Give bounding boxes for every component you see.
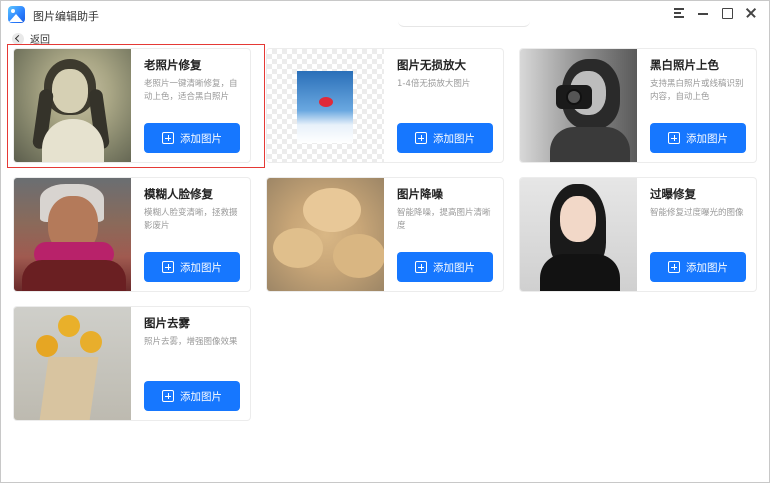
card-desc: 模糊人脸变清晰，拯救摄影废片 (144, 208, 238, 231)
add-image-button[interactable]: 添加图片 (397, 252, 493, 282)
title-bar: 图片编辑助手 (1, 1, 769, 29)
plus-icon (162, 261, 174, 273)
app-title: 图片编辑助手 (33, 10, 99, 23)
card-desc: 1-4倍无损放大图片 (397, 79, 471, 89)
card-title: 图片无损放大 (397, 58, 466, 72)
back-arrow-icon (12, 32, 24, 45)
old-photo-thumbnail (14, 49, 131, 162)
add-image-button[interactable]: 添加图片 (650, 252, 746, 282)
plus-icon (162, 390, 174, 402)
card-desc: 智能修复过度曝光的图像 (650, 208, 744, 218)
plus-icon (415, 132, 427, 144)
plus-icon (415, 261, 427, 273)
face-repair-thumbnail (14, 178, 131, 291)
menu-icon[interactable] (673, 7, 685, 19)
minimize-icon[interactable] (697, 7, 709, 19)
add-image-button[interactable]: 添加图片 (650, 123, 746, 153)
add-image-label: 添加图片 (180, 390, 222, 403)
app-window: 图片编辑助手 返回 老照片修复 老照片一键清晰修复，自动上色，适合黑白照片 添加… (0, 0, 770, 483)
upscale-thumbnail (267, 49, 384, 162)
back-button[interactable]: 返回 (12, 31, 50, 46)
colorize-thumbnail (520, 49, 637, 162)
add-image-label: 添加图片 (686, 132, 728, 145)
card-title: 图片降噪 (397, 187, 443, 201)
plus-icon (668, 261, 680, 273)
card-colorize-bw[interactable]: 黑白照片上色 支持黑白照片或线稿识别内容，自动上色 添加图片 (519, 48, 757, 163)
card-desc: 支持黑白照片或线稿识别内容，自动上色 (650, 79, 744, 102)
add-image-button[interactable]: 添加图片 (144, 123, 240, 153)
card-overexposure-repair[interactable]: 过曝修复 智能修复过度曝光的图像 添加图片 (519, 177, 757, 292)
app-logo-icon (8, 6, 25, 23)
dehaze-thumbnail (14, 307, 131, 420)
card-title: 模糊人脸修复 (144, 187, 213, 201)
add-image-label: 添加图片 (180, 261, 222, 274)
card-title: 黑白照片上色 (650, 58, 719, 72)
card-desc: 智能降噪，提高图片清晰度 (397, 208, 491, 231)
overexposure-thumbnail (520, 178, 637, 291)
close-icon[interactable] (745, 7, 757, 19)
card-desc: 老照片一键清晰修复，自动上色，适合黑白照片 (144, 79, 238, 102)
plus-icon (668, 132, 680, 144)
denoise-thumbnail (267, 178, 384, 291)
card-title: 图片去雾 (144, 316, 190, 330)
card-title: 过曝修复 (650, 187, 696, 201)
back-label: 返回 (30, 35, 50, 46)
card-dehaze[interactable]: 图片去雾 照片去雾，增强图像效果 添加图片 (13, 306, 251, 421)
card-old-photo-restore[interactable]: 老照片修复 老照片一键清晰修复，自动上色，适合黑白照片 添加图片 (13, 48, 251, 163)
add-image-button[interactable]: 添加图片 (144, 252, 240, 282)
add-image-button[interactable]: 添加图片 (397, 123, 493, 153)
add-image-label: 添加图片 (433, 261, 475, 274)
card-denoise[interactable]: 图片降噪 智能降噪，提高图片清晰度 添加图片 (266, 177, 504, 292)
window-controls (673, 7, 757, 19)
add-image-button[interactable]: 添加图片 (144, 381, 240, 411)
card-title: 老照片修复 (144, 58, 202, 72)
maximize-icon[interactable] (721, 7, 733, 19)
add-image-label: 添加图片 (433, 132, 475, 145)
card-face-repair[interactable]: 模糊人脸修复 模糊人脸变清晰，拯救摄影废片 添加图片 (13, 177, 251, 292)
title-search-bar[interactable] (398, 17, 530, 27)
plus-icon (162, 132, 174, 144)
add-image-label: 添加图片 (686, 261, 728, 274)
add-image-label: 添加图片 (180, 132, 222, 145)
card-lossless-upscale[interactable]: 图片无损放大 1-4倍无损放大图片 添加图片 (266, 48, 504, 163)
card-desc: 照片去雾，增强图像效果 (144, 337, 238, 347)
